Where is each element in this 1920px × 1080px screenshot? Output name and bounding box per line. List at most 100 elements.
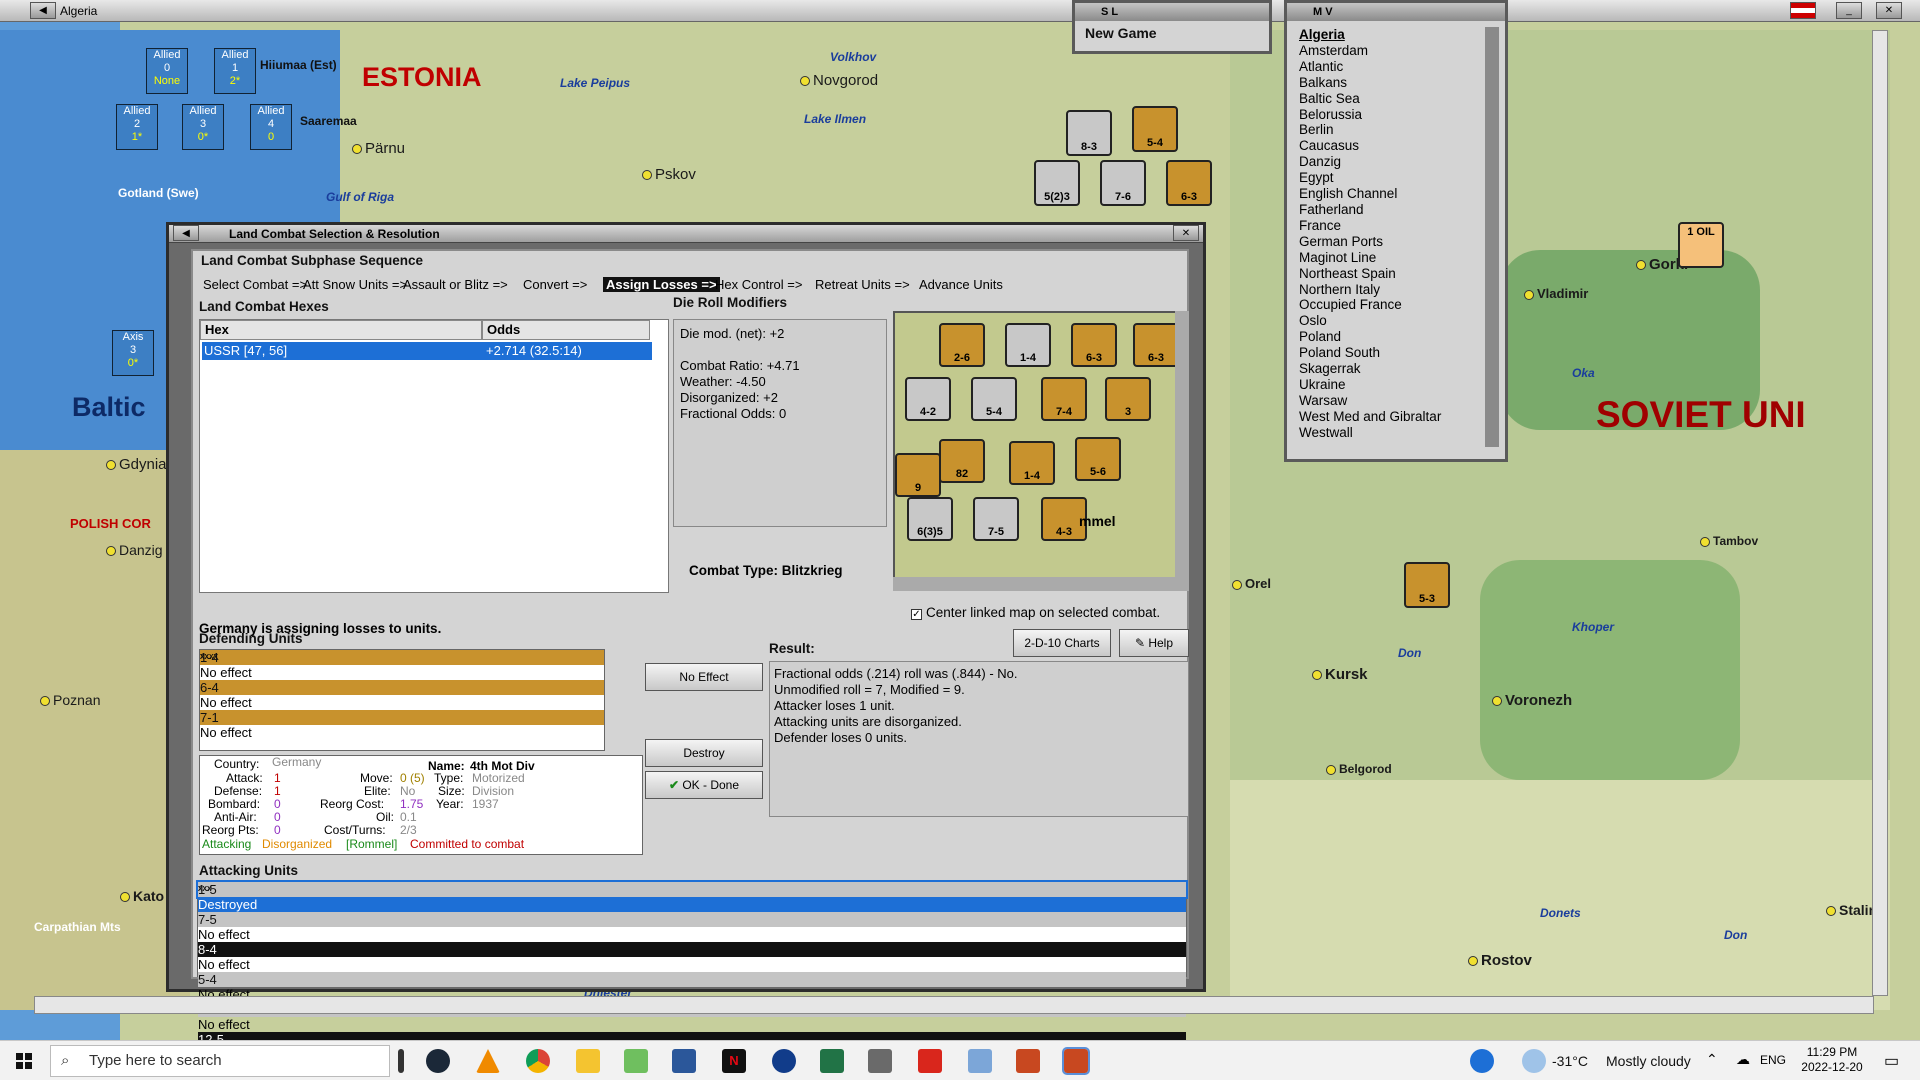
map-view-item[interactable]: Caucasus [1299, 138, 1481, 154]
game-icon-active[interactable] [1062, 1047, 1090, 1075]
city-gdynia[interactable]: Gdynia [106, 456, 167, 473]
axis-box[interactable]: Axis 3 0* [112, 330, 154, 376]
unit-card[interactable]: xxx 7-5No effect [198, 883, 1186, 942]
mini-map-counter[interactable]: 6-3 [1071, 323, 1117, 367]
mini-map-counter[interactable]: 7-5 [973, 497, 1019, 541]
ok-done-button[interactable]: ✔ OK - Done [645, 771, 763, 799]
map-view-item[interactable]: Atlantic [1299, 59, 1481, 75]
help-button[interactable]: ✎ Help [1119, 629, 1189, 657]
map-view-list[interactable]: Algeria Amsterdam Atlantic Balkans Baltic Se… [1295, 27, 1481, 447]
language-indicator[interactable]: ENG [1760, 1053, 1786, 1067]
mini-map-hscroll[interactable] [893, 577, 1189, 591]
excel-icon[interactable] [820, 1049, 844, 1073]
weather-desc[interactable]: Mostly cloudy [1606, 1053, 1691, 1069]
charts-button[interactable]: 2-D-10 Charts [1013, 629, 1111, 657]
mini-map-counter[interactable]: 82 [939, 439, 985, 483]
combat-hexes-table[interactable]: Hex Odds USSR [47, 56] +2.714 (32.5:14) [199, 319, 669, 593]
linked-mini-map[interactable]: 2-6 1-4 6-3 6-3 4-2 5-4 7-4 3 9 82 1-4 5-6 6(3)5 7-5 4… [893, 311, 1189, 589]
unit-counter[interactable]: xxxx 7-1 [200, 651, 604, 725]
mini-map-counter[interactable]: 5-4 [971, 377, 1017, 421]
mini-map-counter[interactable]: 5-6 [1075, 437, 1121, 481]
unit-counter[interactable]: 5(2)3 [1034, 160, 1080, 206]
map-view-item[interactable]: Baltic Sea [1299, 91, 1481, 107]
unit-counter[interactable]: xxxx 6-4 [200, 651, 604, 695]
city-kursk[interactable]: Kursk [1312, 666, 1368, 683]
notepad-icon[interactable] [624, 1049, 648, 1073]
allied-box[interactable]: Allied 2 1* [116, 104, 158, 150]
app-window-icon[interactable] [968, 1049, 992, 1073]
city-novgorod[interactable]: Novgorod [800, 72, 878, 89]
unit-card[interactable]: xxxx 6-4 No effect [200, 651, 604, 710]
city-parnu[interactable]: Pärnu [352, 140, 405, 157]
map-view-item[interactable]: Warsaw [1299, 393, 1481, 409]
chrome-icon[interactable] [526, 1049, 550, 1073]
menu-button[interactable]: ◀ [30, 2, 56, 19]
unit-counter[interactable]: 5-3 [1404, 562, 1450, 608]
map-view-item[interactable]: Fatherland [1299, 202, 1481, 218]
map-view-item[interactable]: Oslo [1299, 313, 1481, 329]
unit-counter[interactable]: 5-4 [1132, 106, 1178, 152]
map-view-item[interactable]: Northern Italy [1299, 282, 1481, 298]
unit-counter[interactable]: xxx 5-4 [198, 883, 1186, 987]
unit-counter[interactable]: 7-6 [1100, 160, 1146, 206]
unit-card[interactable]: xxxx 7-1 No effect [200, 651, 604, 740]
weather-icon[interactable] [1522, 1049, 1546, 1073]
unit-counter[interactable]: 6-3 [1166, 160, 1212, 206]
mini-map-counter[interactable]: 6-3 [1133, 323, 1179, 367]
map-view-item[interactable]: English Channel [1299, 186, 1481, 202]
task-view-icon[interactable] [398, 1049, 404, 1073]
dialog-close-button[interactable]: ✕ [1173, 225, 1199, 241]
map-view-item[interactable]: Maginot Line [1299, 250, 1481, 266]
map-view-item[interactable]: Belorussia [1299, 107, 1481, 123]
city-voronezh[interactable]: Voronezh [1492, 692, 1572, 709]
map-view-item[interactable]: Ukraine [1299, 377, 1481, 393]
vlc-icon[interactable] [476, 1049, 500, 1073]
chevron-up-icon[interactable]: ⌃ [1706, 1051, 1718, 1068]
map-view-item[interactable]: Balkans [1299, 75, 1481, 91]
mini-map-counter[interactable]: 2-6 [939, 323, 985, 367]
map-view-item[interactable]: Poland South [1299, 345, 1481, 361]
map-view-item[interactable]: German Ports [1299, 234, 1481, 250]
city-orel[interactable]: Orel [1232, 576, 1271, 591]
file-explorer-icon[interactable] [576, 1049, 600, 1073]
mini-map-counter[interactable]: 1-4 [1005, 323, 1051, 367]
city-poznan[interactable]: Poznan [40, 692, 100, 708]
allied-box[interactable]: Allied 0 None [146, 48, 188, 94]
unit-counter[interactable]: 8-3 [1066, 110, 1112, 156]
allied-box[interactable]: Allied 1 2* [214, 48, 256, 94]
no-effect-button[interactable]: No Effect [645, 663, 763, 691]
game-icon[interactable] [1016, 1049, 1040, 1073]
city-vladimir[interactable]: Vladimir [1524, 286, 1588, 301]
allied-box[interactable]: Allied 4 0 [250, 104, 292, 150]
list-scrollbar[interactable] [1485, 27, 1499, 447]
help-tray-icon[interactable] [1470, 1049, 1494, 1073]
map-view-item[interactable]: Occupied France [1299, 297, 1481, 313]
city-tambov[interactable]: Tambov [1700, 534, 1758, 548]
map-view-item[interactable]: West Med and Gibraltar [1299, 409, 1481, 425]
map-view-item[interactable]: Westwall [1299, 425, 1481, 441]
acrobat-icon[interactable] [918, 1049, 942, 1073]
unit-card[interactable]: xxx 8-4 No effect [198, 883, 1186, 972]
minimize-button[interactable]: _ [1836, 2, 1862, 19]
dialog-menu-button[interactable]: ◀ [173, 225, 199, 241]
map-view-item[interactable]: Egypt [1299, 170, 1481, 186]
sl-palette[interactable]: S L New Game [1072, 0, 1272, 54]
mv-palette[interactable]: M V Algeria Amsterdam Atlantic Balkans Balti… [1284, 0, 1508, 462]
clock[interactable]: 11:29 PM 2022-12-20 [1792, 1045, 1872, 1075]
map-view-item[interactable]: Poland [1299, 329, 1481, 345]
start-button[interactable] [0, 1041, 48, 1080]
allied-box[interactable]: Allied 3 0* [182, 104, 224, 150]
mini-map-counter[interactable]: 7-4 [1041, 377, 1087, 421]
taskbar-search-box[interactable]: ⌕ Type here to search [50, 1045, 390, 1077]
destroy-button[interactable]: Destroy [645, 739, 763, 767]
steam-icon[interactable] [426, 1049, 450, 1073]
disney-icon[interactable] [772, 1049, 796, 1073]
center-map-checkbox[interactable]: ✓ Center linked map on selected combat. [911, 605, 1160, 620]
map-view-item[interactable]: Northeast Spain [1299, 266, 1481, 282]
map-vertical-scrollbar[interactable] [1872, 30, 1888, 996]
netflix-icon[interactable]: N [722, 1049, 746, 1073]
oil-counter[interactable]: 1 OIL [1678, 222, 1724, 268]
checkbox-box[interactable]: ✓ [911, 609, 922, 620]
mini-map-counter[interactable]: 6(3)5 [907, 497, 953, 541]
city-kato[interactable]: Kato [120, 888, 164, 904]
